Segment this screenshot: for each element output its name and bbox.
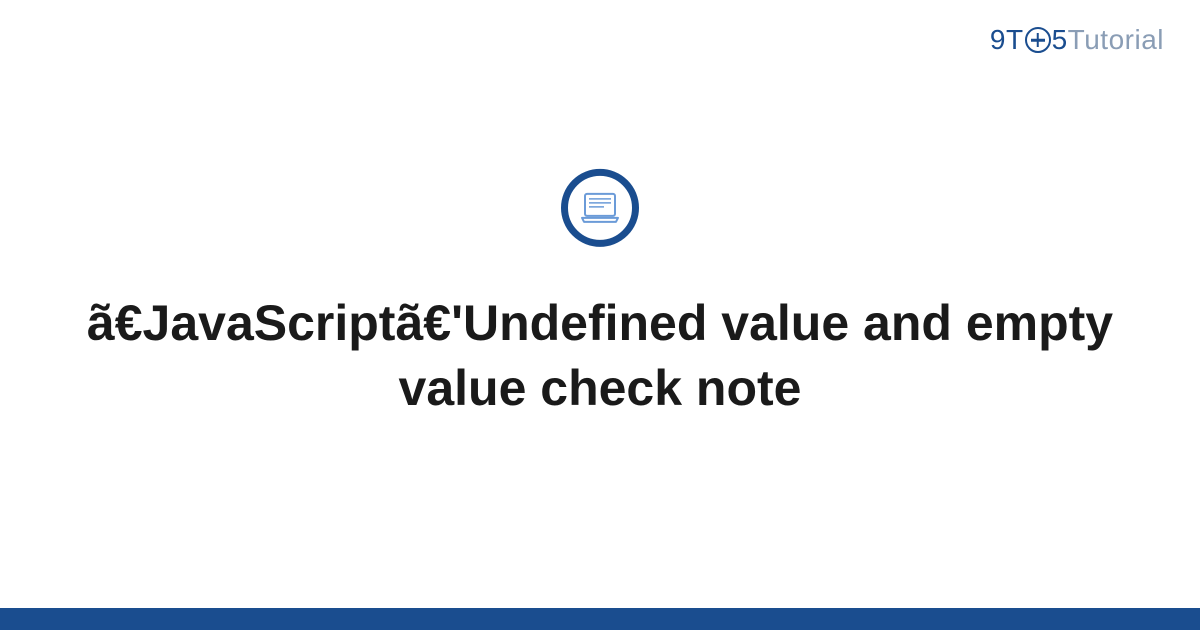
footer-bar <box>0 608 1200 630</box>
logo-text-5: 5 <box>1052 24 1068 56</box>
main-content: ã€JavaScriptã€'Undefined value and empty… <box>0 169 1200 421</box>
laptop-icon <box>580 192 620 224</box>
logo-text-tutorial: Tutorial <box>1068 24 1164 56</box>
logo-circle-icon <box>1025 27 1051 53</box>
site-logo: 9T 5 Tutorial <box>990 24 1164 56</box>
logo-text-9t: 9T <box>990 24 1024 56</box>
laptop-icon-circle <box>561 169 639 247</box>
page-title: ã€JavaScriptã€'Undefined value and empty… <box>0 291 1200 421</box>
